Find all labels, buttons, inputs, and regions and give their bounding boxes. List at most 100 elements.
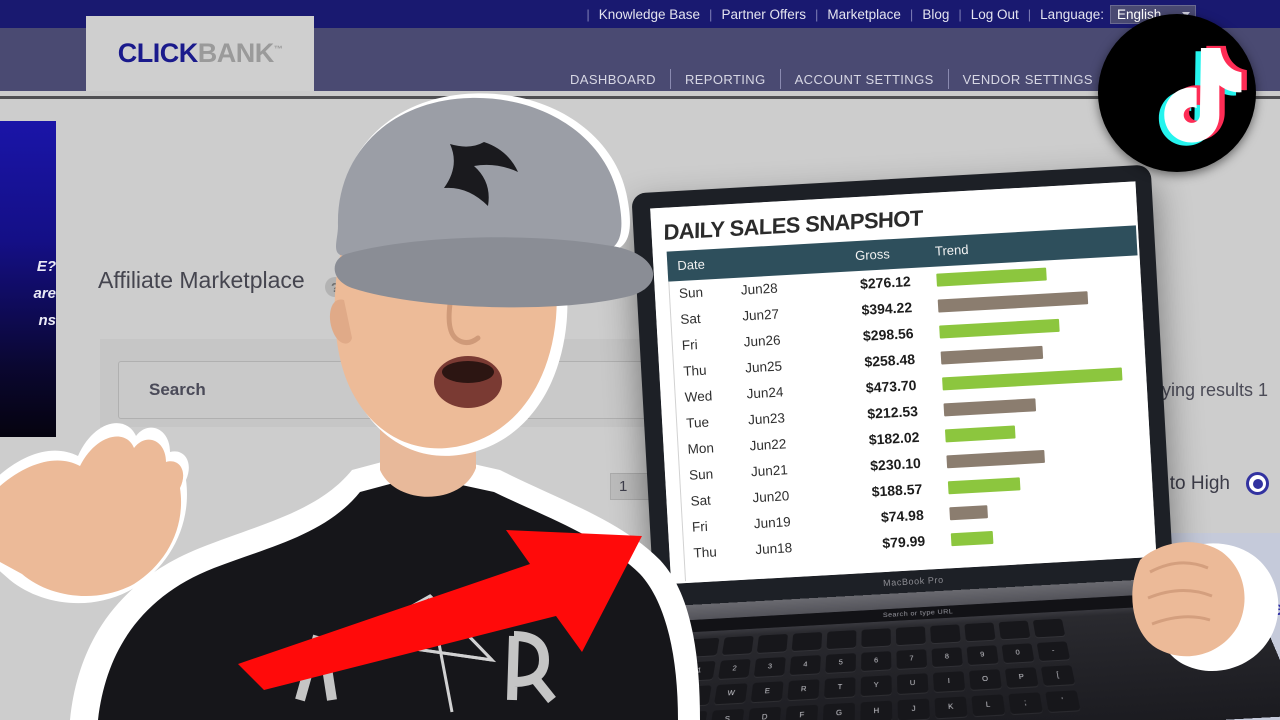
- keyboard-key[interactable]: I: [932, 671, 966, 693]
- keyboard-key[interactable]: R: [787, 679, 820, 701]
- keyboard-key[interactable]: ;: [1008, 692, 1043, 715]
- keyboard-key[interactable]: [895, 626, 926, 646]
- cell-gross: $394.22: [861, 299, 913, 318]
- keyboard-key[interactable]: Q: [677, 685, 712, 707]
- keyboard-key[interactable]: G: [822, 702, 856, 720]
- keyboard-key[interactable]: J: [897, 698, 930, 720]
- keyboard-key[interactable]: -: [1036, 641, 1071, 662]
- keyboard-key[interactable]: ~: [646, 662, 681, 684]
- keyboard-key[interactable]: [756, 633, 788, 654]
- logo-bank-text: BANK: [197, 38, 275, 68]
- keyboard-key[interactable]: [826, 630, 857, 650]
- keyboard-key[interactable]: D: [747, 706, 782, 720]
- trend-bar: [943, 398, 1037, 417]
- promo-line-1: E?: [36, 258, 56, 275]
- cell-day: Fri: [691, 518, 709, 535]
- clickbank-logo[interactable]: CLICKBANK™: [86, 16, 314, 91]
- keyboard-key[interactable]: K: [934, 696, 968, 719]
- keyboard-key[interactable]: [: [1040, 665, 1076, 686]
- main-nav: DASHBOARD REPORTING ACCOUNT SETTINGS VEN…: [556, 66, 1108, 92]
- keyboard-key[interactable]: [861, 628, 891, 648]
- trend-bar: [946, 449, 1045, 469]
- keyboard-key[interactable]: 4: [789, 655, 821, 676]
- utility-link-marketplace[interactable]: Marketplace: [818, 7, 910, 22]
- keyboard-key[interactable]: E: [750, 681, 784, 703]
- keyboard-key[interactable]: H: [860, 700, 893, 720]
- keyboard-key[interactable]: [721, 635, 754, 655]
- cell-day: Fri: [681, 337, 699, 353]
- cell-day: Sat: [690, 492, 712, 509]
- nav-item-vendor-settings[interactable]: VENDOR SETTINGS: [949, 72, 1107, 87]
- report-table-body: Sun Jun28 $276.12 Sat Jun27 $394.22 Fri Jun26 $2…: [668, 257, 1153, 569]
- keyboard-key[interactable]: 0: [1001, 643, 1035, 664]
- column-header-trend: Trend: [934, 241, 969, 259]
- utility-link-blog[interactable]: Blog: [913, 7, 958, 22]
- cell-day: Wed: [684, 388, 713, 405]
- keyboard-key[interactable]: 8: [931, 647, 963, 668]
- trend-bar: [950, 530, 994, 547]
- laptop-screen: DAILY SALES SNAPSHOT Date Gross Trend Su…: [650, 181, 1157, 584]
- cell-date: Jun21: [750, 462, 789, 480]
- utility-link-log-out[interactable]: Log Out: [962, 7, 1028, 22]
- keyboard-key[interactable]: P: [1004, 667, 1039, 688]
- cell-gross: $298.56: [862, 325, 914, 344]
- header-band: CLICKBANK™ DASHBOARD REPORTING ACCOUNT S…: [0, 16, 1280, 92]
- page-number-value: 1: [619, 478, 628, 495]
- daily-sales-snapshot-report: DAILY SALES SNAPSHOT Date Gross Trend Su…: [650, 181, 1157, 584]
- utility-link-knowledge-base[interactable]: Knowledge Base: [590, 7, 709, 22]
- cell-day: Sat: [679, 310, 702, 327]
- keyboard-key[interactable]: 9: [966, 645, 999, 666]
- keyboard-key[interactable]: 3: [753, 657, 786, 678]
- keyboard-key[interactable]: 5: [825, 653, 856, 674]
- laptop-macbook-pro: DAILY SALES SNAPSHOT Date Gross Trend Su…: [560, 163, 1280, 720]
- sort-radio-low-to-high[interactable]: [1246, 472, 1269, 495]
- cell-gross: $188.57: [871, 480, 923, 500]
- radio-dot: [1252, 478, 1263, 489]
- help-icon[interactable]: ?: [325, 277, 345, 297]
- keyboard-key[interactable]: [964, 622, 996, 642]
- nav-item-account-settings[interactable]: ACCOUNT SETTINGS: [781, 72, 948, 87]
- column-header-date: Date: [676, 256, 706, 274]
- cell-day: Sun: [688, 466, 714, 483]
- keyboard-key[interactable]: [998, 620, 1031, 640]
- trend-bar: [939, 318, 1060, 339]
- keyboard-key[interactable]: S: [709, 708, 745, 720]
- cell-date: Jun27: [741, 306, 780, 324]
- keyboard-key[interactable]: O: [968, 669, 1002, 690]
- keyboard-key[interactable]: F: [785, 704, 819, 720]
- keyboard-key[interactable]: [1032, 618, 1066, 638]
- promo-line-2: are: [33, 285, 56, 302]
- keyboard-key[interactable]: A: [672, 710, 708, 720]
- keyboard-key[interactable]: ': [1045, 690, 1081, 713]
- tiktok-logo: [1098, 14, 1256, 172]
- keyboard-key[interactable]: 2: [718, 658, 751, 680]
- cell-day: Thu: [693, 544, 718, 561]
- keyboard-key[interactable]: 6: [861, 651, 892, 672]
- logo-click-text: CLICK: [117, 38, 199, 68]
- keyboard-key[interactable]: esc: [652, 639, 686, 659]
- keyboard-key[interactable]: Y: [860, 675, 892, 697]
- column-header-gross: Gross: [854, 246, 891, 264]
- cell-gross: $258.48: [864, 350, 916, 370]
- cell-date: Jun19: [753, 514, 792, 532]
- nav-item-dashboard[interactable]: DASHBOARD: [556, 72, 670, 87]
- keyboard-key[interactable]: 7: [896, 649, 928, 670]
- cell-gross: $182.02: [868, 428, 920, 448]
- utility-link-partner-offers[interactable]: Partner Offers: [712, 7, 815, 22]
- keyboard-key[interactable]: [930, 624, 961, 644]
- keyboard-key[interactable]: U: [896, 673, 929, 695]
- keyboard-key[interactable]: [687, 637, 720, 657]
- keyboard-key[interactable]: W: [714, 683, 748, 705]
- cell-day: Mon: [687, 440, 715, 457]
- cell-date: Jun25: [744, 358, 783, 376]
- heart-icon[interactable]: [131, 561, 155, 583]
- trend-bar: [936, 267, 1047, 287]
- nav-item-reporting[interactable]: REPORTING: [671, 72, 780, 87]
- trend-bar: [940, 345, 1044, 365]
- promo-banner[interactable]: E? are ns: [0, 121, 56, 437]
- keyboard-key[interactable]: L: [971, 694, 1006, 717]
- keyboard-key[interactable]: 1: [682, 660, 716, 682]
- keyboard-key[interactable]: T: [824, 677, 856, 699]
- keyboard-key[interactable]: [791, 632, 823, 652]
- keyboard-key[interactable]: caps: [634, 712, 671, 720]
